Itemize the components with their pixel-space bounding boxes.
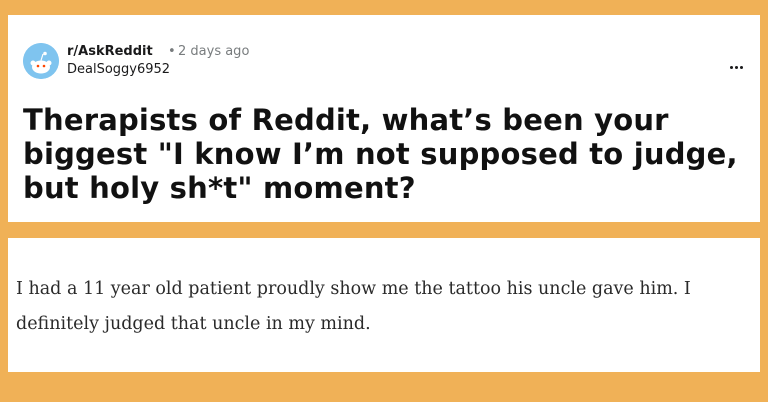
more-options-button[interactable] bbox=[724, 61, 748, 73]
reddit-snoo-icon bbox=[23, 43, 59, 79]
subreddit-avatar[interactable] bbox=[23, 43, 59, 79]
subreddit-link[interactable]: r/AskReddit bbox=[67, 44, 153, 59]
comment-text: I had a 11 year old patient proudly show… bbox=[16, 279, 691, 334]
post-timestamp: 2 days ago bbox=[178, 44, 250, 59]
ellipsis-icon bbox=[729, 65, 743, 69]
meta-separator: • bbox=[168, 44, 176, 59]
post-author[interactable]: DealSoggy6952 bbox=[67, 62, 170, 77]
comment-card: I had a 11 year old patient proudly show… bbox=[8, 238, 760, 372]
post-title[interactable]: Therapists of Reddit, what’s been your b… bbox=[23, 103, 758, 205]
post-card: r/AskReddit • 2 days ago DealSoggy6952 T… bbox=[8, 15, 760, 222]
